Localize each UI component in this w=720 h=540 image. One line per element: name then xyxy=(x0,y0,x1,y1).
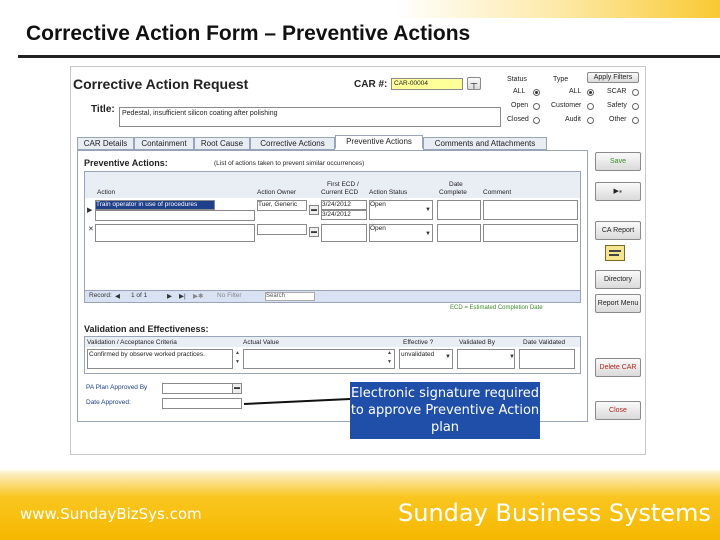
callout-line xyxy=(243,398,351,405)
website-url: www.SundayBizSys.com xyxy=(20,505,202,523)
company-name: Sunday Business Systems xyxy=(398,499,711,527)
signature-callout: Electronic signature required to approve… xyxy=(350,382,540,439)
callout-arrow xyxy=(243,398,351,405)
